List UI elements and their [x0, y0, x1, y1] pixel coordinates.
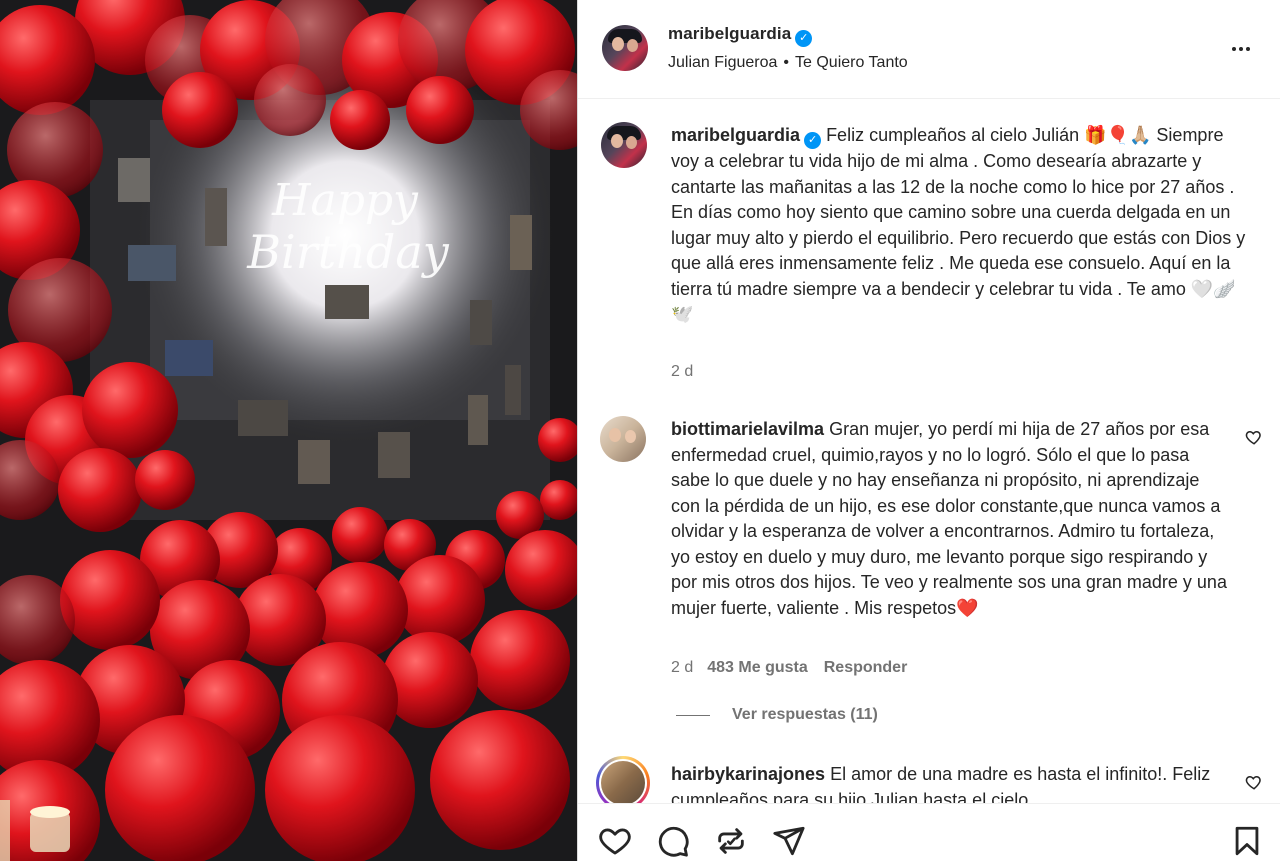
- post-header: maribelguardia ✓ Julian Figueroa • Te Quier…: [578, 0, 1280, 99]
- neon-happy: Happy: [271, 175, 419, 226]
- caption-avatar[interactable]: [601, 122, 647, 168]
- comment-text: Gran mujer, yo perdí mi hija de 27 años …: [671, 419, 1227, 618]
- comment-icon[interactable]: [656, 824, 690, 858]
- balloon-photo: Happy Birthday: [0, 0, 577, 861]
- audio-separator: •: [783, 54, 790, 71]
- caption-time[interactable]: 2 d: [671, 363, 693, 380]
- author-username-text[interactable]: maribelguardia: [668, 24, 791, 43]
- author-avatar[interactable]: [602, 25, 648, 71]
- story-ring-avatar[interactable]: [596, 756, 650, 810]
- verified-badge-icon: ✓: [795, 30, 813, 47]
- comment-time[interactable]: 2 d: [671, 659, 693, 676]
- comment-meta: 2 d 483 Me gusta Responder: [671, 659, 907, 677]
- neon-birthday: Birthday: [246, 225, 449, 279]
- audio-info[interactable]: Julian Figueroa • Te Quiero Tanto: [668, 54, 908, 72]
- commenter-avatar[interactable]: [600, 416, 646, 462]
- music-artist[interactable]: Julian Figueroa: [668, 54, 777, 71]
- bookmark-icon[interactable]: [1230, 824, 1264, 858]
- view-replies-label[interactable]: Ver respuestas (11): [732, 706, 878, 724]
- comment-item: biottimarielavilma Gran mujer, yo perdí …: [671, 417, 1231, 621]
- caption-username[interactable]: maribelguardia: [671, 125, 800, 145]
- caption-verified-badge-icon: ✓: [804, 132, 822, 149]
- reply-button[interactable]: Responder: [824, 659, 908, 676]
- comment-like-heart-icon[interactable]: [1245, 428, 1263, 446]
- action-bar: [578, 803, 1280, 861]
- post-details-pane: maribelguardia ✓ Julian Figueroa • Te Quier…: [578, 0, 1280, 861]
- post-media[interactable]: Happy Birthday: [0, 0, 577, 861]
- author-username[interactable]: maribelguardia ✓: [668, 24, 813, 47]
- music-title[interactable]: Te Quiero Tanto: [795, 54, 908, 71]
- comment-likes[interactable]: 483 Me gusta: [707, 659, 807, 676]
- comment-username[interactable]: biottimarielavilma: [671, 419, 824, 439]
- caption-text: Feliz cumpleaños al cielo Julián 🎁🎈🙏🏼 Si…: [671, 125, 1246, 324]
- comment-like-heart-icon[interactable]: [1245, 773, 1263, 791]
- post-caption: maribelguardia ✓ Feliz cumpleaños al ciel…: [671, 123, 1251, 328]
- repost-icon[interactable]: [714, 824, 748, 858]
- heart-icon[interactable]: [598, 824, 632, 858]
- send-icon[interactable]: [772, 824, 806, 858]
- view-replies-button[interactable]: Ver respuestas (11): [676, 706, 878, 724]
- more-options-icon[interactable]: [1226, 34, 1256, 64]
- caption-meta: 2 d: [671, 363, 693, 381]
- view-replies-line: [676, 714, 710, 716]
- comment-username[interactable]: hairbykarinajones: [671, 764, 825, 784]
